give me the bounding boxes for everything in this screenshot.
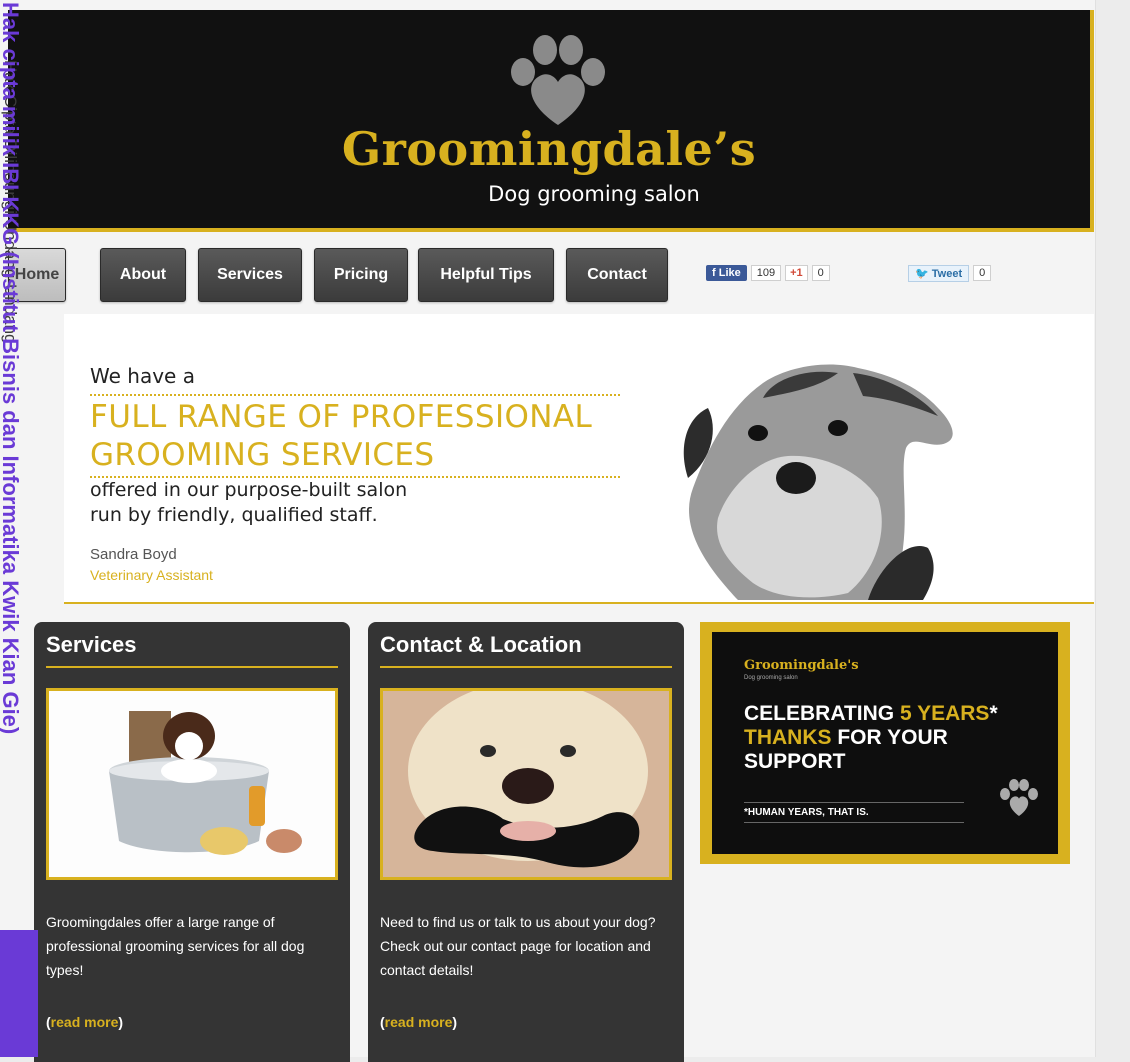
tweet-count: 0 [973, 265, 992, 281]
watermark-block [0, 930, 38, 1057]
read-more-paren: ) [452, 1014, 458, 1030]
promo-paw-icon [1000, 779, 1038, 816]
services-card-title: Services [46, 632, 137, 657]
promo-line-1c: * [989, 702, 998, 725]
services-card-description: Groomingdales offer a large range of pro… [46, 914, 305, 978]
hero-headline: FULL RANGE OF PROFESSIONAL GROOMING SERV… [90, 394, 620, 478]
contact-card-divider [380, 666, 672, 668]
hero-subtext: offered in our purpose-built salon run b… [90, 478, 550, 528]
contact-card-title: Contact & Location [380, 632, 582, 657]
promo-line-2b: FOR YOUR [831, 726, 948, 749]
twitter-share: 🐦 Tweet 0 [908, 262, 992, 284]
social-buttons: f Like 109 +1 0 [706, 262, 830, 284]
twitter-bird-icon: 🐦 [915, 267, 932, 280]
page: Groomingdale’s Dog grooming salon Home A… [0, 0, 1095, 1062]
hero-subtext-line-2: run by friendly, qualified staff. [90, 504, 378, 526]
promo-inner: Groomingdale's Dog grooming salon CELEBR… [712, 632, 1058, 854]
dog-with-phone-image [383, 691, 669, 877]
puppy-in-tub-image [49, 691, 335, 877]
contact-read-more: (read more) [380, 1014, 457, 1030]
testimonial-role: Veterinary Assistant [90, 567, 213, 583]
nav-pricing[interactable]: Pricing [314, 248, 408, 302]
facebook-count: 109 [750, 265, 782, 281]
site-header: Groomingdale’s Dog grooming salon [8, 10, 1094, 232]
nav-about[interactable]: About [100, 248, 186, 302]
hero-headline-line-2: GROOMING SERVICES [90, 437, 435, 473]
promo-headline: CELEBRATING 5 YEARS* THANKS FOR YOUR SUP… [744, 702, 1044, 774]
hero-intro: We have a [90, 364, 195, 388]
promo-line-3: SUPPORT [744, 750, 846, 773]
read-more-paren: ) [118, 1014, 124, 1030]
hero-subtext-line-1: offered in our purpose-built salon [90, 479, 408, 501]
services-card-image [46, 688, 338, 880]
schnauzer-photo [683, 364, 953, 600]
hero-headline-line-1: FULL RANGE OF PROFESSIONAL [90, 399, 593, 435]
main-nav: Home About Services Pricing Helpful Tips… [0, 248, 1095, 302]
promo-line-1a: CELEBRATING [744, 702, 900, 725]
copyright-watermark: Hak cipta milik IBI KKG (Institut Bisnis… [0, 2, 23, 735]
testimonial-name: Sandra Boyd [90, 546, 177, 563]
paw-logo-icon [511, 35, 605, 125]
promo-line-2a: THANKS [744, 726, 832, 749]
tweet-label: Tweet [931, 267, 963, 280]
facebook-like-button[interactable]: f Like [706, 265, 747, 281]
services-read-more-link[interactable]: read more [51, 1014, 119, 1030]
contact-card-image [380, 688, 672, 880]
anniversary-promo-banner[interactable]: Groomingdale's Dog grooming salon CELEBR… [700, 622, 1070, 864]
nav-contact[interactable]: Contact [566, 248, 668, 302]
promo-tagline: Dog grooming salon [744, 675, 798, 681]
services-read-more: (read more) [46, 1014, 123, 1030]
hero-banner: We have a FULL RANGE OF PROFESSIONAL GRO… [64, 314, 1094, 604]
facebook-icon: f [712, 267, 719, 279]
google-plus-button[interactable]: +1 [785, 265, 808, 281]
nav-helpful-tips[interactable]: Helpful Tips [418, 248, 554, 302]
tweet-button[interactable]: 🐦 Tweet [908, 264, 970, 282]
contact-read-more-link[interactable]: read more [385, 1014, 453, 1030]
services-card: Services Groomingdales offer a large ran… [34, 622, 350, 1062]
nav-services[interactable]: Services [198, 248, 302, 302]
promo-brand: Groomingdale's [744, 658, 859, 673]
contact-card-description: Need to find us or talk to us about your… [380, 914, 656, 978]
services-card-divider [46, 666, 338, 668]
facebook-like-label: Like [718, 267, 741, 279]
contact-card: Contact & Location Need to find us or ta… [368, 622, 684, 1062]
brand-tagline: Dog grooming salon [488, 182, 700, 206]
brand-title: Groomingdale’s [341, 122, 757, 176]
promo-footnote: *HUMAN YEARS, THAT IS. [744, 802, 964, 823]
browser-scrollbar[interactable] [1095, 0, 1130, 1057]
promo-line-1b: 5 YEARS [899, 702, 990, 725]
google-plus-count: 0 [811, 265, 830, 281]
